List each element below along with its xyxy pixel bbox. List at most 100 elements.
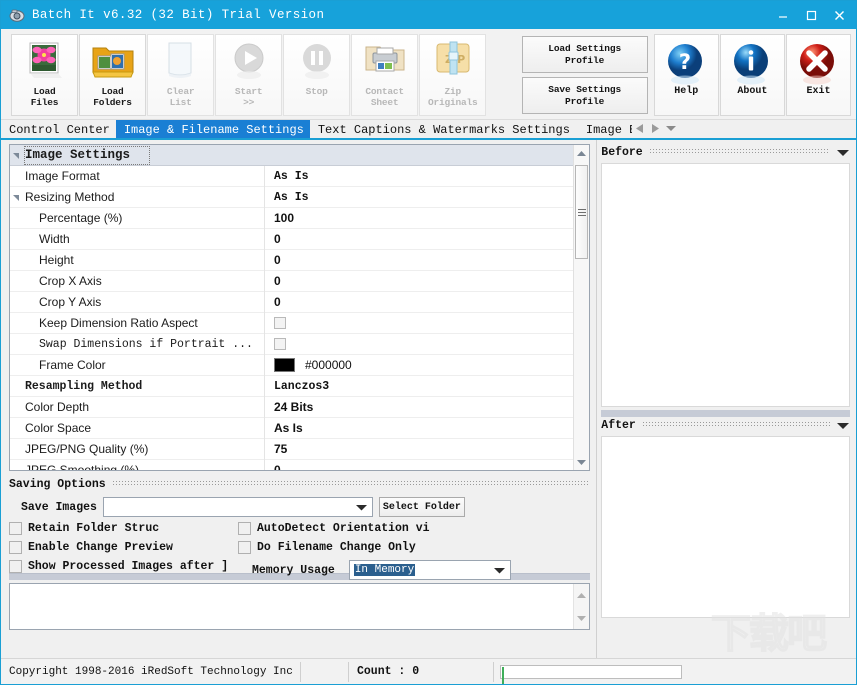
collapse-triangle-icon[interactable] [10,194,23,201]
before-preview-image[interactable] [601,163,850,407]
property-value[interactable]: As Is [265,418,573,439]
file-list-box[interactable] [9,583,591,630]
triangle-right-icon[interactable] [651,123,659,135]
checkbox-box[interactable] [238,522,251,535]
save-images-row: Save Images Select Folder [9,497,590,517]
property-name: Height [23,249,265,271]
about-button[interactable]: About [719,34,785,116]
load-files-button[interactable]: Load Files [11,34,79,116]
property-value[interactable]: Lanczos3 [265,376,573,397]
chevron-down-icon[interactable] [665,125,676,134]
property-row-crop-x-axis[interactable]: Crop X Axis 0 [10,270,574,292]
property-row-height[interactable]: Height 0 [10,249,574,271]
property-value[interactable]: 0 [265,229,573,250]
tab-image-filename-settings[interactable]: Image & Filename Settings [115,120,310,138]
property-row-color-depth[interactable]: Color Depth 24 Bits [10,396,574,418]
collapse-triangle-icon[interactable] [10,152,23,159]
property-row-percentage[interactable]: Percentage (%) 100 [10,207,574,229]
property-value[interactable]: As Is [265,166,573,187]
checkbox-do-filename-change-only[interactable]: Do Filename Change Only [238,541,416,554]
property-row-keep-dimension-ratio-aspect[interactable]: Keep Dimension Ratio Aspect [10,312,574,334]
help-button[interactable]: ? Help [653,34,719,116]
property-grid-scrollbar[interactable] [573,145,590,470]
contact-sheet-label: Contact Sheet [365,86,404,108]
property-name: Crop X Axis [23,270,265,292]
property-row-resampling-method[interactable]: Resampling Method Lanczos3 [10,375,574,397]
checkbox-label: Enable Change Preview [28,541,173,554]
property-value[interactable]: As Is [265,187,573,208]
property-value[interactable] [265,334,573,355]
start-button[interactable]: Start >> [215,34,283,116]
property-name: Color Depth [23,396,265,418]
tab-control-center[interactable]: Control Center [1,120,116,138]
checkbox-autodetect-orientation[interactable]: AutoDetect Orientation vi [238,522,430,535]
exit-button[interactable]: Exit [785,34,852,116]
checkbox-box[interactable] [9,522,22,535]
checkbox-box[interactable] [9,560,22,573]
checkbox-swap-dimensions-if-portrait[interactable] [274,338,286,350]
after-panel-header[interactable]: After [601,417,850,433]
color-swatch[interactable] [274,358,295,372]
scrollbar-track[interactable] [575,161,589,454]
property-name: Color Space [23,417,265,439]
checkbox-retain-folder-struc[interactable]: Retain Folder Struc [9,522,159,535]
property-row-swap-dimensions-if-portrait[interactable]: Swap Dimensions if Portrait ... [10,333,574,355]
property-value[interactable]: 0 [265,292,573,313]
chevron-down-icon[interactable] [836,149,850,156]
property-row-jpeg-png-quality[interactable]: JPEG/PNG Quality (%) 75 [10,438,574,460]
file-list-scrollbar[interactable] [573,584,590,629]
property-section-image-settings[interactable]: Image Settings [10,145,574,166]
property-row-resizing-method[interactable]: Resizing Method As Is [10,186,574,208]
tab-text-captions-watermarks-settings[interactable]: Text Captions & Watermarks Settings [310,120,576,138]
chevron-down-icon[interactable] [354,498,370,516]
clear-list-button[interactable]: Clear List [147,34,215,116]
checkbox-box[interactable] [9,541,22,554]
scroll-down-arrow-icon[interactable] [575,455,589,469]
property-row-color-space[interactable]: Color Space As Is [10,417,574,439]
triangle-left-icon[interactable] [635,123,644,135]
property-row-frame-color[interactable]: Frame Color #000000 [10,354,574,376]
checkbox-show-processed-images-after[interactable]: Show Processed Images after ] [9,560,228,573]
property-value[interactable]: 100 [265,208,573,229]
property-row-crop-y-axis[interactable]: Crop Y Axis 0 [10,291,574,313]
minimize-button[interactable] [770,3,796,27]
tab-image-effects[interactable]: Image E [576,120,632,138]
load-settings-profile-button[interactable]: Load Settings Profile [521,36,648,73]
zip-originals-label: Zip Originals [427,86,478,108]
close-button[interactable] [826,3,852,27]
property-row-jpeg-smoothing[interactable]: JPEG Smoothing (%) 0 [10,459,573,470]
save-images-combo[interactable] [102,497,373,517]
scroll-up-arrow-icon[interactable] [575,146,589,160]
chevron-down-icon[interactable] [836,422,850,429]
property-value[interactable]: #000000 [265,355,573,376]
preview-splitter[interactable] [601,410,850,417]
contact-sheet-button[interactable]: Contact Sheet [351,34,419,116]
file-list-content[interactable] [10,584,573,629]
chevron-down-icon[interactable] [492,561,508,579]
checkbox-enable-change-preview[interactable]: Enable Change Preview [9,541,173,554]
zip-originals-button[interactable]: ZIP ZipOriginals [419,34,487,116]
property-value[interactable] [265,313,573,334]
scrollbar-thumb[interactable] [575,165,589,259]
load-folders-button[interactable]: Load Folders [79,34,147,116]
save-settings-profile-button[interactable]: Save Settings Profile [521,77,648,114]
property-value[interactable]: 24 Bits [265,397,573,418]
select-folder-button[interactable]: Select Folder [378,497,465,517]
zip-icon: ZIP [429,39,477,85]
checkbox-keep-dimension-ratio-aspect[interactable] [274,317,286,329]
property-value[interactable]: 0 [265,271,573,292]
after-preview-image[interactable] [601,436,850,618]
property-row-width[interactable]: Width 0 [10,228,574,250]
stop-button[interactable]: Stop [283,34,351,116]
scroll-up-arrow-icon[interactable] [577,586,587,604]
checkbox-box[interactable] [238,541,251,554]
scroll-down-arrow-icon[interactable] [577,609,587,627]
before-label: Before [601,145,643,159]
property-value[interactable]: 0 [265,250,573,271]
maximize-button[interactable] [798,3,824,27]
property-value[interactable]: 0 [265,460,573,470]
memory-usage-combo[interactable]: In Memory [348,560,511,580]
before-panel-header[interactable]: Before [601,144,850,160]
property-row-image-format[interactable]: Image Format As Is [10,165,574,187]
property-value[interactable]: 75 [265,439,573,460]
